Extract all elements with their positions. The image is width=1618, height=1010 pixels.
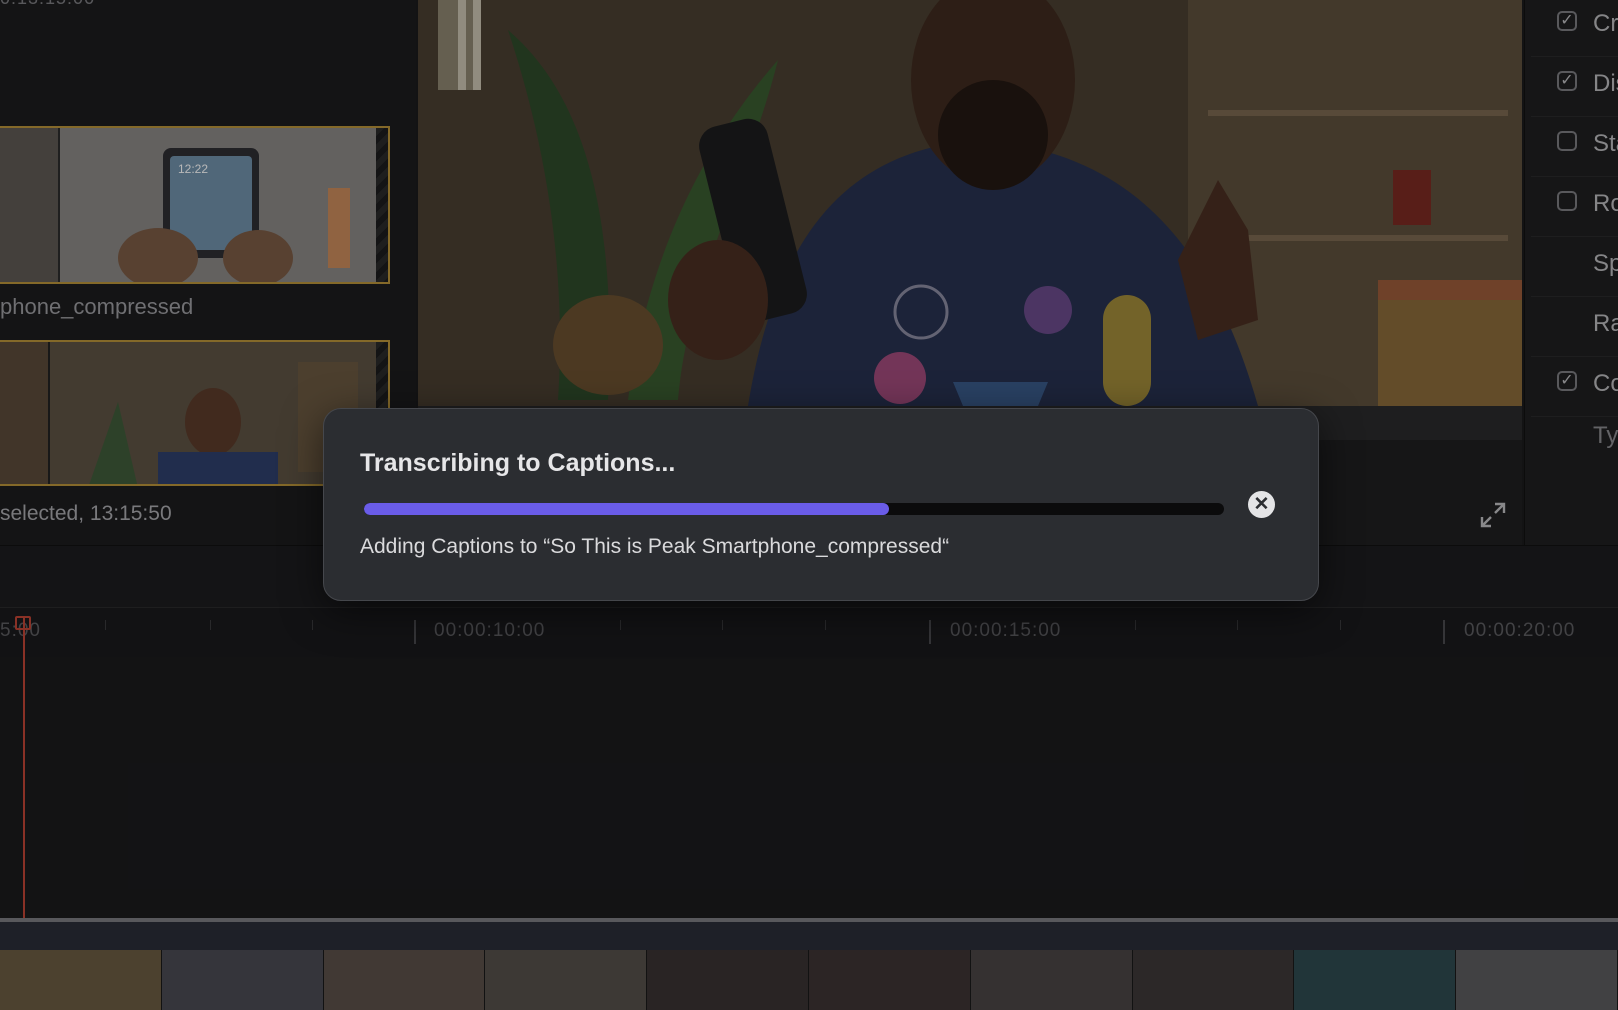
dialog-message: Adding Captions to “So This is Peak Smar… bbox=[360, 535, 950, 558]
transcription-dialog: Transcribing to Captions... ✕ Adding Cap… bbox=[323, 408, 1319, 601]
progress-bar bbox=[364, 503, 1224, 515]
close-circle-icon[interactable]: ✕ bbox=[1248, 491, 1275, 518]
progress-bar-fill bbox=[364, 503, 889, 515]
dialog-title: Transcribing to Captions... bbox=[360, 449, 676, 477]
